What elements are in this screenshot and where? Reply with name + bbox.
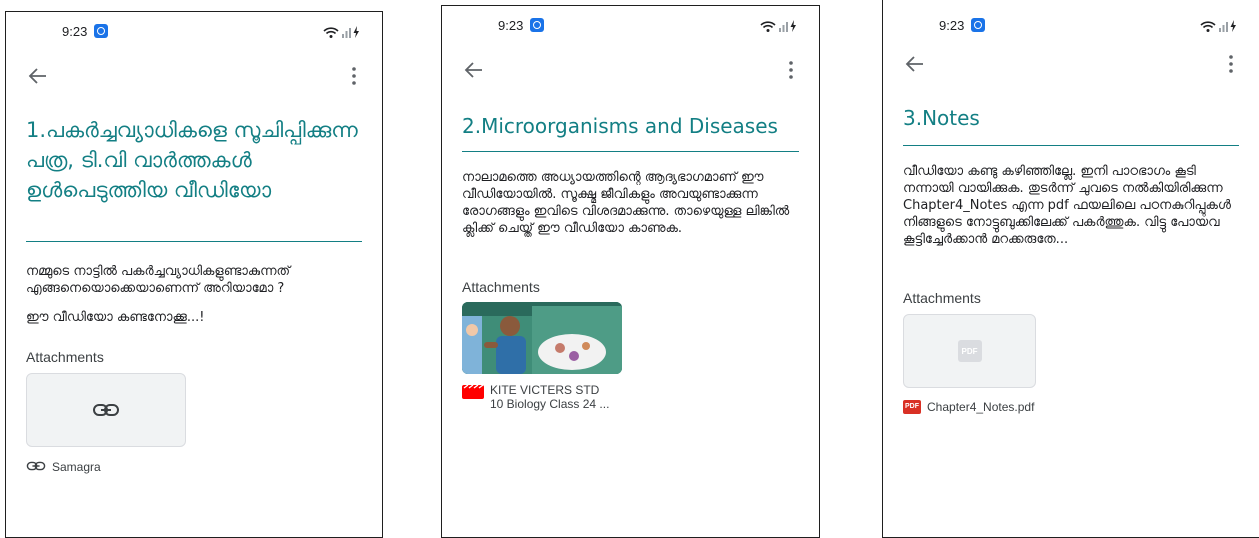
back-arrow-icon[interactable] xyxy=(903,52,927,76)
title-divider xyxy=(26,241,362,242)
link-attachment-card[interactable] xyxy=(26,373,186,447)
link-icon xyxy=(26,461,46,471)
status-app-icon xyxy=(971,18,985,32)
more-options-icon[interactable] xyxy=(1219,52,1243,76)
more-options-icon[interactable] xyxy=(779,58,803,82)
screen-1: 9:23 1.പകർച്ചവ്യാധികളെ സൂചിപ്പിക്കുന്ന പ… xyxy=(5,11,383,538)
app-bar xyxy=(883,50,1259,78)
screen-3: 9:23 3.Notes വീഡിയോ കണ്ടു കഴിഞ്ഞില്ലേ. ഇ… xyxy=(882,0,1259,538)
description: നമ്മുടെ നാട്ടിൽ പകർച്ചവ്യാധികളുണ്ടാകുന്ന… xyxy=(26,263,366,338)
page-title: 1.പകർച്ചവ്യാധികളെ സൂചിപ്പിക്കുന്ന പത്ര, … xyxy=(26,118,358,202)
pdf-icon: PDF xyxy=(957,340,982,362)
video-thumbnail-image xyxy=(462,302,622,374)
video-attachment-label[interactable]: KITE VICTERS STD 10 Biology Class 24 ... xyxy=(462,383,609,411)
status-bar: 9:23 xyxy=(6,20,382,44)
pdf-attachment-label[interactable]: PDF Chapter4_Notes.pdf xyxy=(903,400,1034,414)
youtube-icon xyxy=(462,384,484,399)
back-arrow-icon[interactable] xyxy=(462,58,486,82)
status-app-icon xyxy=(530,18,544,32)
attachments-heading: Attachments xyxy=(26,349,104,365)
video-title-line: 10 Biology Class 24 ... xyxy=(490,397,610,411)
status-time: 9:23 xyxy=(939,18,965,33)
description-paragraph: നമ്മുടെ നാട്ടിൽ പകർച്ചവ്യാധികളുണ്ടാകുന്ന… xyxy=(26,264,291,296)
link-icon xyxy=(93,404,119,416)
status-time: 9:23 xyxy=(498,18,524,33)
app-bar xyxy=(6,62,382,90)
attachments-heading: Attachments xyxy=(903,290,981,306)
page-title: 3.Notes xyxy=(903,106,980,130)
signal-wifi-battery-icon xyxy=(1200,20,1236,32)
link-attachment-label[interactable]: Samagra xyxy=(26,460,101,474)
status-app-icon xyxy=(94,24,108,38)
more-options-icon[interactable] xyxy=(342,64,366,88)
description-paragraph: നാലാമത്തെ അധ്യായത്തിന്റെ ആദ്യഭാഗമാണ് ഈ വ… xyxy=(462,170,790,236)
status-time: 9:23 xyxy=(62,24,88,39)
status-bar: 9:23 xyxy=(883,14,1259,38)
signal-wifi-battery-icon xyxy=(760,20,796,32)
signal-wifi-battery-icon xyxy=(323,26,359,38)
pdf-icon: PDF xyxy=(903,400,921,414)
video-title-line: KITE VICTERS STD xyxy=(490,383,600,397)
app-bar xyxy=(442,56,819,84)
video-title: KITE VICTERS STD 10 Biology Class 24 ... xyxy=(490,383,609,411)
status-bar: 9:23 xyxy=(442,14,819,38)
title-divider xyxy=(903,145,1239,146)
description-paragraph: ഈ വീഡിയോ കണ്ടനോക്കൂ...! xyxy=(26,310,205,325)
link-name: Samagra xyxy=(52,460,101,474)
description-paragraph: വീഡിയോ കണ്ടു കഴിഞ്ഞില്ലേ. ഇനി പാഠഭാഗം കൂ… xyxy=(903,164,1231,247)
description: നാലാമത്തെ അധ്യായത്തിന്റെ ആദ്യഭാഗമാണ് ഈ വ… xyxy=(462,169,803,249)
pdf-file-name: Chapter4_Notes.pdf xyxy=(927,400,1035,414)
page-title: 2.Microorganisms and Diseases xyxy=(462,114,778,138)
video-thumbnail[interactable] xyxy=(462,302,622,374)
description: വീഡിയോ കണ്ടു കഴിഞ്ഞില്ലേ. ഇനി പാഠഭാഗം കൂ… xyxy=(903,163,1243,260)
attachments-heading: Attachments xyxy=(462,279,540,295)
screen-2: 9:23 2.Microorganisms and Diseases നാലാമ… xyxy=(441,5,820,538)
back-arrow-icon[interactable] xyxy=(26,64,50,88)
title-divider xyxy=(462,151,799,152)
pdf-attachment-card[interactable]: PDF xyxy=(903,314,1036,388)
